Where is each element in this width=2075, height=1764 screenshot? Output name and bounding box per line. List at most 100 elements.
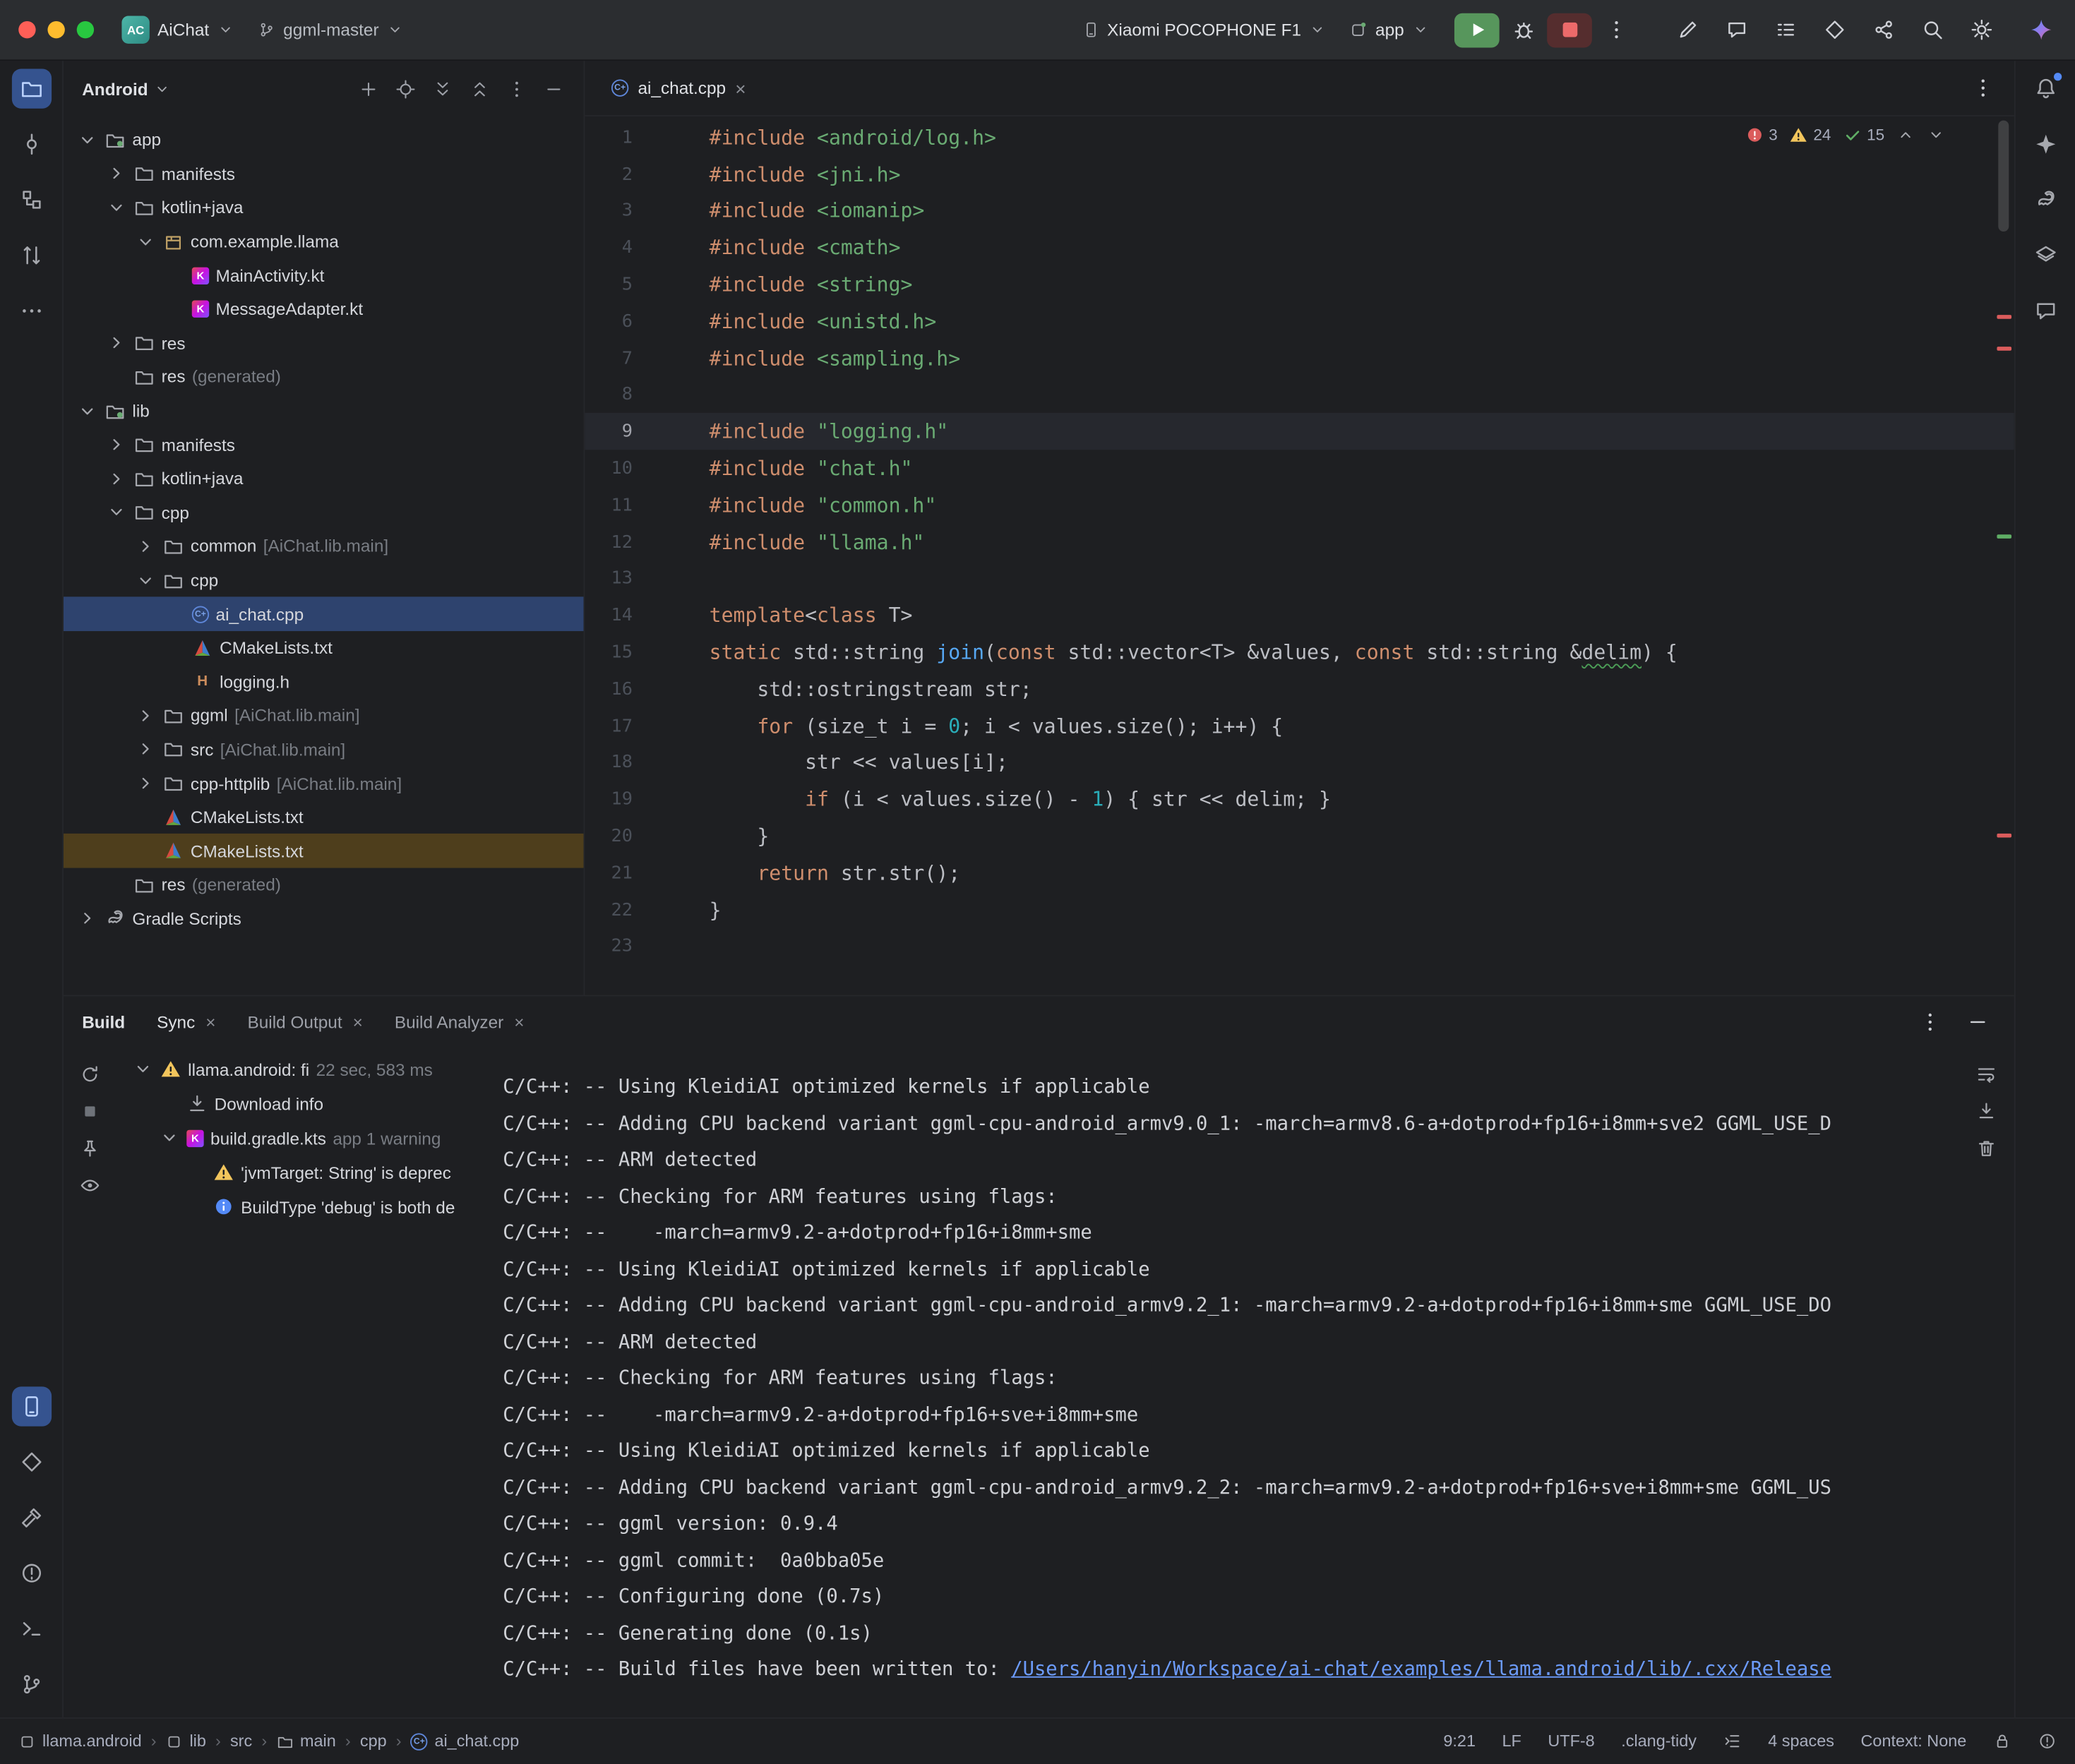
tree-expand-icon[interactable] (135, 536, 156, 557)
close-tab-icon[interactable]: × (205, 1012, 215, 1031)
close-tab-icon[interactable]: × (353, 1012, 363, 1031)
project-selector[interactable]: AC AiChat (112, 12, 244, 48)
code-line-2[interactable]: 2#include <jni.h> (585, 156, 2014, 193)
line-number[interactable]: 11 (585, 495, 632, 516)
tree-item-res[interactable]: res (64, 326, 584, 360)
zoom-window-button[interactable] (77, 21, 94, 38)
project-view-selector[interactable]: Android (82, 79, 148, 99)
code-line-3[interactable]: 3#include <iomanip> (585, 193, 2014, 229)
tree-item-cpp-httplib[interactable]: cpp-httplib [AiChat.lib.main] (64, 767, 584, 800)
settings-button[interactable] (1963, 13, 1999, 47)
hide-build-panel-button[interactable] (1959, 1004, 1995, 1039)
close-window-button[interactable] (18, 21, 35, 38)
breadcrumb-lib[interactable]: lib (166, 1732, 206, 1751)
code-text[interactable]: #include "llama.h" (710, 530, 925, 554)
code-line-9[interactable]: 9 #include "logging.h" (585, 414, 2014, 450)
run-configuration-selector[interactable]: app (1341, 16, 1438, 43)
options-button[interactable] (501, 72, 534, 105)
warnings-indicator[interactable]: 24 (1790, 126, 1831, 144)
search-everywhere-button[interactable] (1913, 13, 1950, 47)
show-inspections-button[interactable] (73, 1168, 107, 1203)
tree-item-jvmtarget-string-is-deprec[interactable]: 'jvmTarget: String' is deprec (132, 1155, 503, 1189)
tree-expand-icon[interactable] (135, 773, 156, 794)
tree-item-mainactivity-kt[interactable]: KMainActivity.kt (64, 258, 584, 292)
line-number[interactable]: 23 (585, 936, 632, 957)
code-line-11[interactable]: 11#include "common.h" (585, 487, 2014, 524)
tree-item-cmakelists-txt[interactable]: CMakeLists.txt (64, 834, 584, 868)
build-options-button[interactable] (1911, 1004, 1948, 1039)
build-tab-build-output[interactable]: Build Output× (248, 1012, 363, 1031)
tree-item-res[interactable]: res (generated) (64, 868, 584, 902)
expand-all-button[interactable] (426, 72, 460, 105)
code-line-7[interactable]: 7#include <sampling.h> (585, 340, 2014, 376)
gemini-button[interactable] (2022, 13, 2059, 47)
status-indent-size[interactable]: 4 spaces (1768, 1732, 1834, 1751)
commit-tool-button[interactable] (11, 124, 51, 164)
status-encoding[interactable]: UTF-8 (1548, 1732, 1594, 1751)
tree-item-com-example-llama[interactable]: com.example.llama (64, 224, 584, 258)
tree-item-download-info[interactable]: Download info (132, 1086, 503, 1121)
status-indent-icon[interactable] (1723, 1732, 1742, 1751)
error-stripe-mark[interactable] (1997, 534, 2011, 539)
editor-tab-ai-chat-cpp[interactable]: C+ ai_chat.cpp × (598, 61, 759, 115)
tree-collapse-icon[interactable] (135, 231, 156, 252)
error-stripe-mark[interactable] (1997, 315, 2011, 319)
code-text[interactable]: std::ostringstream str; (710, 677, 1032, 701)
close-tab-icon[interactable]: × (514, 1012, 524, 1031)
line-number[interactable]: 4 (585, 237, 632, 258)
assistant-tool-button[interactable] (2026, 124, 2065, 164)
tree-item-app[interactable]: app (64, 123, 584, 157)
status-readonly-lock[interactable] (1993, 1732, 2011, 1751)
tree-item-cmakelists-txt[interactable]: CMakeLists.txt (64, 800, 584, 834)
code-text[interactable]: static std::string join(const std::vecto… (710, 640, 1678, 664)
code-line-19[interactable]: 19 if (i < values.size() - 1) { str << d… (585, 781, 2014, 818)
tree-collapse-icon[interactable] (135, 570, 156, 591)
tree-collapse-icon[interactable] (106, 197, 127, 218)
tree-item-llama-android-fi[interactable]: llama.android: fi22 sec, 583 ms (132, 1052, 503, 1086)
tree-collapse-icon[interactable] (159, 1127, 180, 1148)
tree-item-kotlin-java[interactable]: kotlin+java (64, 191, 584, 224)
code-text[interactable]: #include <cmath> (710, 236, 901, 260)
code-text[interactable]: #include "logging.h" (710, 420, 949, 444)
editor-scrollbar-thumb[interactable] (1998, 121, 2009, 232)
tree-item-logging-h[interactable]: Hlogging.h (64, 665, 584, 699)
ai-chat-button[interactable] (1718, 13, 1754, 47)
stop-button[interactable] (1547, 13, 1592, 47)
code-line-21[interactable]: 21 return str.str(); (585, 855, 2014, 892)
app-insights-tool-button[interactable] (2026, 291, 2065, 330)
collapse-all-button[interactable] (463, 72, 496, 105)
tree-item-src[interactable]: src [AiChat.lib.main] (64, 733, 584, 767)
tree-item-buildtype-debug-is-both-de[interactable]: BuildType 'debug' is both de (132, 1189, 503, 1224)
line-number[interactable]: 15 (585, 642, 632, 663)
more-tool-windows-tool-button[interactable] (11, 291, 51, 330)
scroll-to-end-button[interactable] (1969, 1094, 2004, 1129)
tree-collapse-icon[interactable] (77, 129, 98, 150)
code-text[interactable]: str << values[i]; (710, 751, 1008, 775)
code-line-14[interactable]: 14template<class T> (585, 597, 2014, 634)
tree-item-cpp[interactable]: cpp (64, 563, 584, 597)
line-number[interactable]: 8 (585, 384, 632, 405)
status-cursor-position[interactable]: 9:21 (1443, 1732, 1476, 1751)
gradle-tool-button[interactable] (2026, 180, 2065, 220)
code-text[interactable]: #include "chat.h" (710, 457, 913, 481)
tree-item-build-gradle-kts[interactable]: Kbuild.gradle.ktsapp 1 warning (132, 1121, 503, 1156)
soft-wrap-button[interactable] (1969, 1057, 2004, 1092)
tree-expand-icon[interactable] (106, 434, 127, 455)
status-line-separator[interactable]: LF (1502, 1732, 1521, 1751)
stop-button[interactable] (73, 1094, 107, 1129)
line-number[interactable]: 9 (585, 421, 632, 443)
code-line-10[interactable]: 10#include "chat.h" (585, 450, 2014, 487)
version-control-tool-button[interactable] (11, 1664, 51, 1704)
terminal-tool-button[interactable] (11, 1609, 51, 1648)
tree-item-gradle-scripts[interactable]: Gradle Scripts (64, 902, 584, 936)
share-button[interactable] (1865, 13, 1901, 47)
line-number[interactable]: 6 (585, 311, 632, 332)
tree-item-kotlin-java[interactable]: kotlin+java (64, 462, 584, 496)
more-actions-button[interactable] (1597, 13, 1634, 47)
code-line-15[interactable]: 15 static std::string join(const std::vec… (585, 634, 2014, 671)
code-text[interactable]: return str.str(); (710, 861, 960, 885)
todo-button[interactable] (1766, 13, 1803, 47)
breadcrumb-llama-android[interactable]: llama.android (18, 1732, 141, 1751)
code-line-13[interactable]: 13 (585, 560, 2014, 597)
plugins-button[interactable] (1816, 13, 1853, 47)
